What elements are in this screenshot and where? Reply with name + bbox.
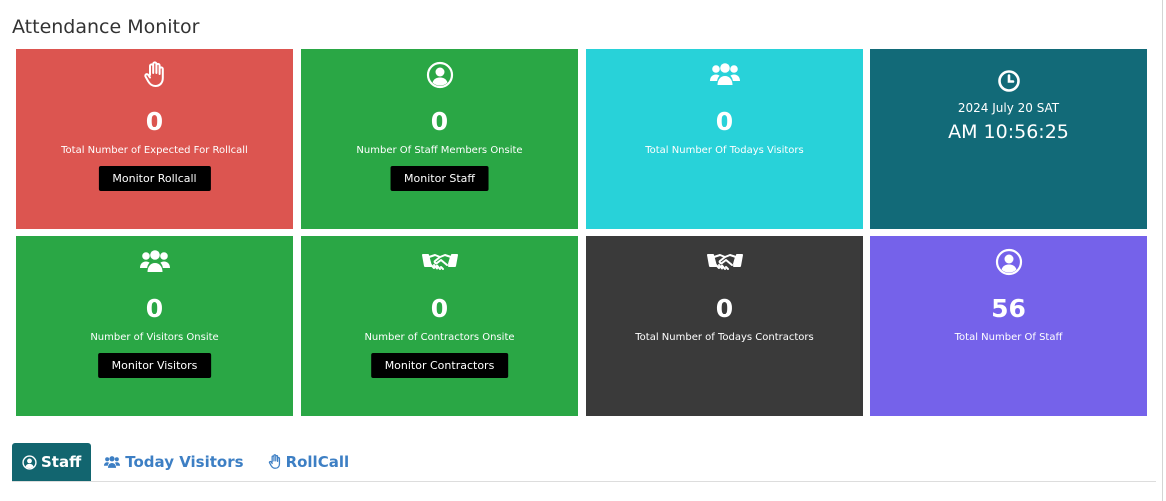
- user-circle-icon: [22, 454, 37, 470]
- monitor-visitors-button[interactable]: Monitor Visitors: [97, 353, 212, 378]
- tab-today-visitors[interactable]: Today Visitors: [91, 443, 255, 481]
- clock-icon: [870, 69, 1147, 93]
- todays-contractors-card: 0 Total Number of Todays Contractors: [586, 236, 863, 416]
- total-staff-caption: Total Number Of Staff: [954, 332, 1063, 343]
- attendance-tabs: Staff Today Visitors RollCall: [12, 443, 361, 481]
- todays-visitors-caption: Total Number Of Todays Visitors: [645, 145, 804, 156]
- expected-rollcall-caption: Total Number of Expected For Rollcall: [61, 145, 248, 156]
- users-icon: [586, 61, 863, 89]
- tab-rollcall-label: RollCall: [285, 453, 350, 471]
- tab-rollcall[interactable]: RollCall: [256, 443, 362, 481]
- staff-onsite-caption: Number Of Staff Members Onsite: [356, 145, 523, 156]
- visitors-onsite-caption: Number of Visitors Onsite: [90, 332, 219, 343]
- clock-card: 2024 July 20 SAT AM 10:56:25: [870, 49, 1147, 229]
- expected-rollcall-value: 0: [145, 107, 164, 136]
- current-time: AM 10:56:25: [948, 121, 1069, 143]
- hand-icon: [268, 454, 282, 470]
- users-icon: [16, 248, 293, 276]
- staff-onsite-value: 0: [430, 107, 449, 136]
- contractors-onsite-value: 0: [430, 294, 449, 323]
- contractors-onsite-caption: Number of Contractors Onsite: [364, 332, 515, 343]
- visitors-onsite-card: 0 Number of Visitors Onsite Monitor Visi…: [16, 236, 293, 416]
- hand-icon: [16, 61, 293, 89]
- monitor-staff-button[interactable]: Monitor Staff: [390, 166, 489, 191]
- tab-divider: [12, 481, 1156, 482]
- page-title: Attendance Monitor: [12, 16, 200, 38]
- user-circle-icon: [301, 61, 578, 89]
- total-staff-value: 56: [991, 294, 1026, 323]
- todays-visitors-value: 0: [715, 107, 734, 136]
- todays-contractors-value: 0: [715, 294, 734, 323]
- todays-visitors-card: 0 Total Number Of Todays Visitors: [586, 49, 863, 229]
- total-staff-card: 56 Total Number Of Staff: [870, 236, 1147, 416]
- tab-staff[interactable]: Staff: [12, 443, 92, 481]
- current-date: 2024 July 20 SAT: [957, 101, 1060, 115]
- attendance-panel: Attendance Monitor 0 Total Number of Exp…: [0, 0, 1163, 501]
- handshake-icon: [586, 248, 863, 276]
- monitor-contractors-button[interactable]: Monitor Contractors: [370, 353, 509, 378]
- todays-contractors-caption: Total Number of Todays Contractors: [635, 332, 814, 343]
- user-circle-icon: [870, 248, 1147, 276]
- tab-today-visitors-label: Today Visitors: [125, 453, 244, 471]
- tab-staff-label: Staff: [41, 453, 82, 471]
- visitors-onsite-value: 0: [145, 294, 164, 323]
- expected-rollcall-card: 0 Total Number of Expected For Rollcall …: [16, 49, 293, 229]
- users-icon: [103, 455, 121, 470]
- staff-onsite-card: 0 Number Of Staff Members Onsite Monitor…: [301, 49, 578, 229]
- handshake-icon: [301, 248, 578, 276]
- contractors-onsite-card: 0 Number of Contractors Onsite Monitor C…: [301, 236, 578, 416]
- monitor-rollcall-button[interactable]: Monitor Rollcall: [98, 166, 211, 191]
